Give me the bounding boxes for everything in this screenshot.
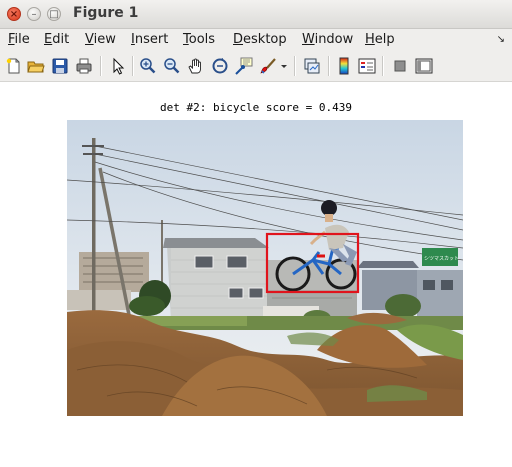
menu-insert-label: nsert — [134, 32, 169, 47]
rotate-3d-icon[interactable] — [211, 57, 229, 75]
menu-bar: File Edit View Insert Tools Desktop Wind… — [0, 29, 512, 51]
dock-figure-icon[interactable]: ↘ — [497, 34, 505, 45]
menu-help-mnemonic: H — [365, 32, 375, 47]
zoom-out-icon[interactable] — [163, 57, 181, 75]
menu-edit-mnemonic: E — [44, 32, 53, 47]
figure-toolbar — [0, 51, 512, 82]
legend-icon[interactable] — [358, 57, 376, 75]
print-icon[interactable] — [75, 57, 93, 75]
save-icon[interactable] — [51, 57, 69, 75]
minimize-window-button[interactable]: – — [27, 7, 41, 21]
toolbar-separator — [382, 56, 384, 76]
toolbar-separator — [328, 56, 330, 76]
colorbar-icon[interactable] — [335, 57, 353, 75]
toolbar-separator — [100, 56, 102, 76]
link-plot-icon[interactable] — [303, 57, 321, 75]
shop-sign-text: シツマスカット — [424, 256, 459, 262]
menu-file-label: ile — [14, 32, 30, 47]
menu-help[interactable]: Help — [365, 32, 395, 47]
brush-icon[interactable] — [259, 57, 277, 75]
menu-window-label: indow — [314, 32, 354, 47]
title-bar: × – □ Figure 1 — [0, 0, 512, 29]
show-plot-tools-icon[interactable] — [415, 57, 433, 75]
menu-edit[interactable]: Edit — [44, 32, 69, 47]
hide-plot-tools-icon[interactable] — [391, 57, 409, 75]
menu-view-mnemonic: V — [85, 32, 94, 47]
menu-window-mnemonic: W — [302, 32, 315, 47]
new-figure-icon[interactable] — [5, 57, 23, 75]
menu-desktop-label: esktop — [243, 32, 287, 47]
menu-tools[interactable]: Tools — [183, 32, 215, 47]
detection-image: シツマスカット — [67, 120, 463, 416]
brush-dropdown-icon[interactable] — [279, 57, 289, 75]
toolbar-separator — [132, 56, 134, 76]
axes-title: det #2: bicycle score = 0.439 — [159, 101, 353, 114]
menu-view-label: iew — [93, 32, 116, 47]
data-cursor-icon[interactable] — [235, 57, 253, 75]
menu-edit-label: dit — [52, 32, 70, 47]
window-title: Figure 1 — [73, 5, 139, 21]
maximize-window-button[interactable]: □ — [47, 7, 61, 21]
menu-window[interactable]: Window — [302, 32, 353, 47]
menu-help-label: elp — [374, 32, 395, 47]
open-file-icon[interactable] — [27, 57, 45, 75]
menu-desktop[interactable]: Desktop — [233, 32, 287, 47]
menu-tools-label: ools — [188, 32, 216, 47]
pan-hand-icon[interactable] — [187, 57, 205, 75]
select-arrow-icon[interactable] — [109, 57, 127, 75]
zoom-in-icon[interactable] — [139, 57, 157, 75]
menu-file[interactable]: File — [8, 32, 30, 47]
menu-insert[interactable]: Insert — [131, 32, 168, 47]
toolbar-separator — [294, 56, 296, 76]
close-window-button[interactable]: × — [7, 7, 21, 21]
menu-view[interactable]: View — [85, 32, 116, 47]
menu-desktop-mnemonic: D — [233, 32, 244, 47]
